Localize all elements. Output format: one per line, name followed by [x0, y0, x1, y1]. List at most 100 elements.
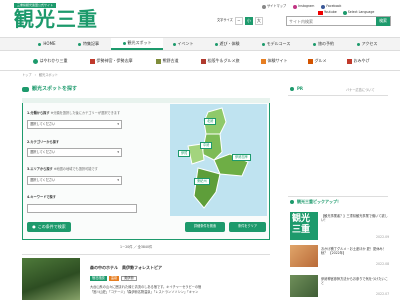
- chevron-down-icon: ▾: [117, 149, 119, 154]
- bullet-icon: [78, 42, 81, 46]
- detail-search-label: 詳細条件を検索: [193, 224, 217, 229]
- subnav-quick-guide[interactable]: はやわかり三重: [22, 58, 78, 64]
- font-size-label: 文字サイズ: [217, 18, 233, 23]
- spot-tag: 温泉: [108, 276, 120, 282]
- gift-icon: [346, 58, 352, 64]
- font-size-small-button[interactable]: 小: [244, 17, 253, 25]
- q2-label: 2.カテゴリーから探す: [27, 140, 60, 144]
- pickup-item-date: 2022.09: [376, 235, 390, 239]
- divider: [288, 95, 388, 96]
- gourmet-icon: [200, 58, 206, 64]
- detail-search-button[interactable]: 詳細条件を検索: [185, 222, 225, 232]
- subnav-matsusaka-label: 松阪牛＆グルメ旅: [207, 58, 240, 63]
- nav-booking[interactable]: 旅の予約: [301, 38, 346, 50]
- site-logo[interactable]: 観光三重: [14, 9, 98, 29]
- nav-activities-label: 遊び・体験: [219, 41, 240, 46]
- search-submit-button[interactable]: ● この条件で検索: [27, 222, 71, 232]
- breadcrumb-current: 観光スポット: [38, 73, 58, 77]
- bullet-icon: [313, 42, 316, 46]
- shrine-icon: [89, 58, 95, 64]
- nav-events-label: イベント: [177, 41, 194, 46]
- pickup-item-text[interactable]: 【観光事業者？】三重県観光事業で働いて欲しい！: [321, 214, 389, 223]
- pr-note-link[interactable]: バナー広告について: [346, 88, 375, 92]
- mie-map-svg: [187, 107, 249, 209]
- subnav-ise[interactable]: 伊勢神宮・伊勢志摩: [78, 58, 144, 64]
- category-type-select[interactable]: 選択してください ▾: [27, 120, 122, 129]
- region-higashikishu-shape[interactable]: [193, 167, 221, 209]
- font-size-control: 文字サイズ − 小 大: [217, 17, 263, 25]
- nav-spots[interactable]: 観光スポット: [111, 38, 163, 50]
- map-label-ise-shima[interactable]: 伊勢志摩: [232, 154, 251, 162]
- clear-label: 条件をクリア: [237, 224, 258, 229]
- youtube-link[interactable]: Youtube: [318, 11, 337, 15]
- clear-button[interactable]: 条件をクリア: [229, 222, 266, 232]
- binoculars-icon: [22, 87, 29, 92]
- bullet-icon: [214, 42, 218, 46]
- pickup-item-text[interactable]: 伊勢神宮参拝方法からお参りで気をつけたいこと: [321, 277, 389, 286]
- nav-home-label: HOME: [43, 41, 56, 46]
- font-size-minus-button[interactable]: −: [234, 17, 243, 25]
- subnav-souvenir-label: おみやげ: [353, 58, 370, 63]
- pickup-heading: 観光三重ピックアップ！: [297, 199, 341, 204]
- subnav-ise-label: 伊勢神宮・伊勢志摩: [96, 58, 133, 63]
- compass-icon: [32, 58, 38, 64]
- search-button[interactable]: 検索: [376, 16, 390, 26]
- subnav-kumano-label: 熊野古道: [162, 58, 179, 63]
- subnav-souvenir[interactable]: おみやげ: [336, 58, 380, 64]
- area-map[interactable]: 北勢 中勢 伊賀 伊勢志摩 東紀州: [170, 104, 267, 216]
- pickup-item-text[interactable]: おかげ横丁グルメ・お土産ほか 夏！夏休み！秋？ 【2022年】: [321, 247, 389, 256]
- q3-hint: ※地図の地域でも選択可能です: [53, 167, 98, 171]
- facebook-link[interactable]: Facebook: [321, 5, 341, 9]
- spot-tag: 宿泊施設: [90, 276, 107, 282]
- sitemap-label: サイトマップ: [267, 4, 287, 9]
- search-input[interactable]: [287, 17, 377, 25]
- keyword-input[interactable]: [27, 204, 137, 213]
- sitemap-link[interactable]: サイトマップ: [262, 5, 286, 9]
- nav-events[interactable]: イベント: [163, 38, 203, 50]
- spot-description-line: 「宮川山荘」「コテージ」「森伊勢名物温泉」「レストランソソシン」「キャン: [90, 290, 199, 295]
- area-select[interactable]: 選択してください ▾: [27, 176, 122, 185]
- subnav-gourmet[interactable]: グルメ: [298, 58, 336, 64]
- divider: [0, 70, 400, 71]
- spot-title[interactable]: 森の中のホテル 奥伊勢フォレストピア: [90, 266, 162, 270]
- subnav-experience[interactable]: 体験サイト: [250, 58, 298, 64]
- language-label: Select Language: [347, 10, 375, 15]
- pickup-thumbnail-food[interactable]: [290, 245, 318, 267]
- breadcrumb-home[interactable]: トップ: [22, 73, 32, 77]
- map-label-higashikishu[interactable]: 東紀州: [194, 178, 210, 186]
- category-select-value: 選択してください: [30, 149, 56, 154]
- subnav-matsusaka[interactable]: 松阪牛＆グルメ旅: [190, 58, 250, 64]
- map-label-chusei[interactable]: 中勢: [200, 142, 213, 150]
- bullet-icon: [172, 42, 176, 46]
- nav-model-course[interactable]: モデルコース: [251, 38, 301, 50]
- category-select[interactable]: 選択してください ▾: [27, 148, 122, 157]
- instagram-link[interactable]: Instagram: [293, 5, 314, 9]
- bullet-icon: [261, 42, 265, 46]
- chevron-down-icon: ▾: [117, 121, 119, 126]
- nav-activities[interactable]: 遊び・体験: [203, 38, 251, 50]
- pickup-thumbnail-shrine[interactable]: [290, 275, 318, 297]
- pickup-icon: [290, 200, 294, 204]
- q1-hint: ※分類を選択した後にカテゴリーが選択できます: [50, 111, 121, 115]
- nav-spots-label: 観光スポット: [127, 40, 152, 45]
- youtube-icon: [318, 11, 323, 15]
- subnav-kumano[interactable]: 熊野古道: [144, 58, 190, 64]
- divider: [22, 254, 270, 255]
- q4-label: 4.キーワードで探す: [27, 195, 56, 199]
- spot-thumbnail[interactable]: [22, 258, 80, 300]
- sitemap-icon: [262, 5, 266, 9]
- search-icon: ●: [32, 224, 36, 229]
- category-type-select-value: 選択してください: [30, 121, 56, 126]
- map-label-iga[interactable]: 伊賀: [178, 150, 191, 158]
- nav-access[interactable]: アクセス: [346, 38, 388, 50]
- font-size-large-button[interactable]: 大: [254, 17, 263, 25]
- pickup-thumbnail-logo[interactable]: 観光三重: [290, 212, 318, 240]
- nav-home[interactable]: HOME: [28, 38, 66, 50]
- pr-icon: [290, 87, 294, 91]
- youtube-label: Youtube: [324, 10, 337, 15]
- results-count: 1－20件 ／ 全3840件: [120, 245, 153, 249]
- map-label-hokusei[interactable]: 北勢: [204, 118, 217, 126]
- nav-features-label: 特集記事: [83, 41, 99, 46]
- nav-features[interactable]: 特集記事: [66, 38, 111, 50]
- language-link[interactable]: Select Language: [342, 10, 375, 15]
